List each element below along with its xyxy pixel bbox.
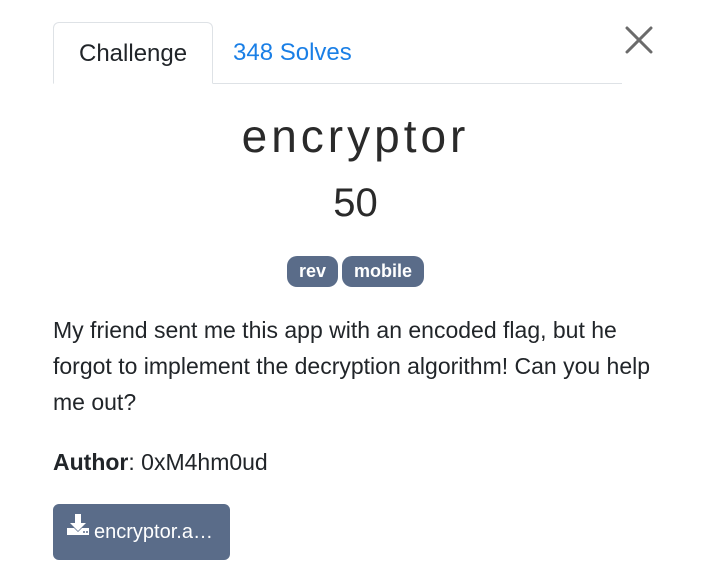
download-icon	[66, 504, 90, 559]
tab-solves[interactable]: 348 Solves	[208, 22, 377, 84]
challenge-tabs: Challenge 348 Solves	[53, 22, 622, 84]
challenge-modal: Challenge 348 Solves encryptor 50 rev mo…	[0, 0, 711, 571]
close-icon	[625, 26, 653, 54]
download-file-button[interactable]: encryptor.a…	[53, 504, 230, 560]
tag-rev: rev	[286, 256, 338, 287]
challenge-tags: rev mobile	[0, 256, 711, 287]
tag-mobile: mobile	[342, 256, 425, 287]
challenge-title: encryptor	[241, 110, 470, 162]
author-label: Author	[53, 449, 129, 475]
challenge-description: My friend sent me this app with an encod…	[53, 317, 651, 415]
challenge-author: Author: 0xM4hm0ud	[53, 444, 268, 480]
close-button[interactable]	[623, 24, 655, 56]
tab-challenge[interactable]: Challenge	[53, 22, 214, 84]
author-name: 0xM4hm0ud	[141, 449, 268, 475]
challenge-points: 50	[333, 181, 378, 225]
download-file-label: encryptor.a…	[94, 521, 213, 543]
author-separator: :	[128, 449, 142, 475]
